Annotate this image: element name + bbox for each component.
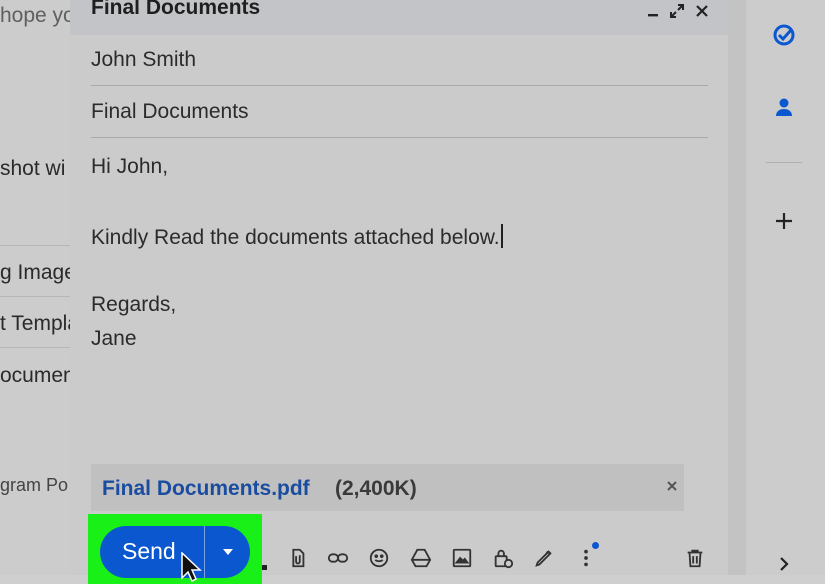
divider: [766, 162, 802, 163]
insert-link-icon[interactable]: [325, 545, 351, 571]
body-closing: Regards,: [91, 293, 177, 316]
divider: [0, 296, 80, 297]
body-text: Kindly Read the documents attached below…: [91, 226, 500, 249]
list-item[interactable]: g Image: [0, 261, 80, 285]
subject-text: Final Documents: [91, 100, 249, 123]
remove-attachment-icon[interactable]: [663, 477, 681, 495]
expand-chevron-icon[interactable]: [764, 544, 804, 584]
formatting-options-icon[interactable]: [262, 565, 267, 570]
to-field[interactable]: John Smith: [91, 35, 708, 86]
send-label: Send: [122, 538, 176, 564]
list-item[interactable]: ocumen: [0, 364, 80, 388]
attachment-chip[interactable]: Final Documents.pdf (2,400K): [91, 464, 684, 511]
side-panel: [746, 0, 825, 575]
attachment-size: (2,400K): [335, 477, 417, 500]
body-greeting: Hi John,: [91, 155, 169, 178]
contacts-icon[interactable]: [764, 87, 804, 127]
chevron-down-icon: [222, 549, 233, 555]
minimize-icon[interactable]: [642, 0, 664, 22]
body-line: Kindly Read the documents attached below…: [91, 224, 503, 250]
subject-field[interactable]: Final Documents: [91, 87, 708, 138]
compose-header: Final Documents: [70, 0, 728, 35]
recipient-chip[interactable]: John Smith: [91, 48, 196, 72]
divider: [0, 347, 80, 348]
mouse-cursor-icon: [181, 552, 202, 582]
background-message-list: hope yo shot wi g Image t Templa ocumen …: [0, 0, 80, 575]
list-item[interactable]: hope yo: [0, 4, 80, 28]
attach-file-icon[interactable]: [284, 545, 310, 571]
emoji-icon[interactable]: [366, 545, 392, 571]
discard-draft-icon[interactable]: [682, 545, 708, 571]
insert-photo-icon[interactable]: [449, 545, 475, 571]
confidential-mode-icon[interactable]: [490, 545, 516, 571]
google-drive-icon[interactable]: [408, 545, 434, 571]
compose-title: Final Documents: [91, 0, 261, 19]
divider: [0, 245, 80, 246]
compose-window: Final Documents John Smith Final Documen…: [70, 0, 728, 575]
list-item[interactable]: t Templa: [0, 312, 80, 336]
send-button[interactable]: Send: [100, 526, 250, 578]
notification-dot: [592, 542, 599, 549]
expand-icon[interactable]: [666, 0, 688, 22]
attachment-name[interactable]: Final Documents.pdf: [102, 477, 310, 501]
tasks-icon[interactable]: [764, 15, 804, 55]
body-signature: Jane: [91, 327, 137, 350]
schedule-send-dropdown[interactable]: [205, 526, 250, 578]
text-caret: [500, 224, 503, 248]
list-item[interactable]: shot wi: [0, 157, 80, 181]
signature-pen-icon[interactable]: [531, 545, 557, 571]
scroll-gutter: [728, 0, 746, 575]
close-icon[interactable]: [691, 0, 713, 22]
list-item[interactable]: gram Po: [0, 475, 80, 496]
add-icon[interactable]: [764, 201, 804, 241]
